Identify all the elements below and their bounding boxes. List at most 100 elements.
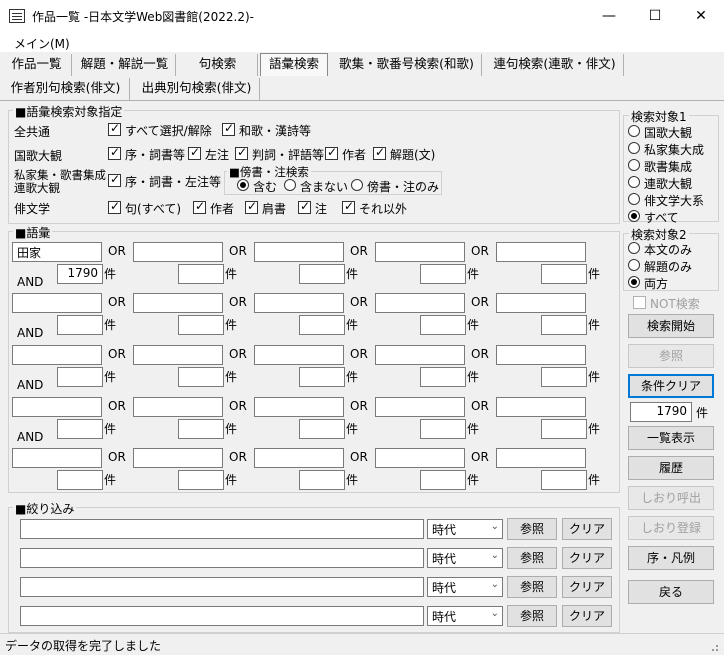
count-field[interactable]: 1790 <box>57 264 103 284</box>
preface-button[interactable]: 序・凡例 <box>628 546 714 570</box>
term-input[interactable] <box>496 397 586 417</box>
radio-exclude[interactable] <box>284 179 296 191</box>
target1-radio[interactable] <box>628 210 640 222</box>
checkbox-kokka-judgement[interactable] <box>235 145 248 160</box>
term-input[interactable] <box>496 345 586 365</box>
term-input[interactable] <box>254 397 344 417</box>
count-field[interactable] <box>420 419 466 439</box>
tab-anthology-search[interactable]: 歌集・歌番号検索(和歌) <box>332 54 482 76</box>
filter-reference-button[interactable]: 参照 <box>507 518 557 540</box>
filter-reference-button[interactable]: 参照 <box>507 576 557 598</box>
target1-radio[interactable] <box>628 159 640 171</box>
term-input[interactable] <box>133 242 223 262</box>
term-input[interactable] <box>254 345 344 365</box>
era-select[interactable]: 時代 ⌄ <box>427 519 503 539</box>
filter-input[interactable] <box>20 577 424 597</box>
checkbox-select-all[interactable] <box>108 121 121 136</box>
term-input[interactable] <box>375 397 465 417</box>
term-input[interactable] <box>133 397 223 417</box>
checkbox-kokka-leftnote[interactable] <box>188 145 201 160</box>
term-input[interactable] <box>496 242 586 262</box>
target2-radio[interactable] <box>628 242 640 254</box>
term-input[interactable] <box>12 397 102 417</box>
filter-clear-button[interactable]: クリア <box>562 547 612 569</box>
minimize-button[interactable]: — <box>586 0 632 32</box>
term-input[interactable] <box>375 448 465 468</box>
count-field[interactable] <box>420 315 466 335</box>
checkbox-kokka-author[interactable] <box>325 145 338 160</box>
tab-renku-search[interactable]: 連句検索(連歌・俳文) <box>486 54 624 76</box>
radio-include[interactable] <box>237 179 249 191</box>
count-field[interactable] <box>178 470 224 490</box>
close-button[interactable]: ✕ <box>678 0 724 32</box>
filter-input[interactable] <box>20 519 424 539</box>
bookmark-save-button[interactable]: しおり登録 <box>628 516 714 540</box>
tab-source-search[interactable]: 出典別句検索(俳文) <box>134 78 260 100</box>
count-field[interactable] <box>299 264 345 284</box>
count-field[interactable] <box>541 419 587 439</box>
target1-radio[interactable] <box>628 193 640 205</box>
target2-radio[interactable] <box>628 276 640 288</box>
term-input[interactable] <box>375 242 465 262</box>
list-display-button[interactable]: 一覧表示 <box>628 426 714 450</box>
count-field[interactable] <box>541 315 587 335</box>
reference-button[interactable]: 参照 <box>628 344 714 368</box>
target1-radio[interactable] <box>628 142 640 154</box>
count-field[interactable] <box>420 367 466 387</box>
tab-vocab-search[interactable]: 語彙検索 <box>260 53 328 76</box>
term-input[interactable] <box>133 448 223 468</box>
checkbox-waka-kanshi[interactable] <box>222 121 235 136</box>
checkbox-haiku-all[interactable] <box>108 199 121 214</box>
checkbox-haiku-author[interactable] <box>193 199 206 214</box>
filter-input[interactable] <box>20 606 424 626</box>
target2-radio[interactable] <box>628 259 640 271</box>
count-field[interactable] <box>178 367 224 387</box>
checkbox-haiku-note[interactable] <box>298 199 311 214</box>
count-field[interactable] <box>57 315 103 335</box>
filter-reference-button[interactable]: 参照 <box>507 547 557 569</box>
radio-only[interactable] <box>351 179 363 191</box>
back-button[interactable]: 戻る <box>628 580 714 604</box>
term-input[interactable] <box>254 293 344 313</box>
not-search-checkbox[interactable] <box>633 296 646 309</box>
checkbox-private-preface[interactable] <box>108 172 121 187</box>
count-field[interactable] <box>541 264 587 284</box>
term-input[interactable] <box>375 293 465 313</box>
term-input[interactable] <box>375 345 465 365</box>
count-field[interactable] <box>178 264 224 284</box>
term-input[interactable] <box>496 293 586 313</box>
filter-reference-button[interactable]: 参照 <box>507 605 557 627</box>
era-select[interactable]: 時代 ⌄ <box>427 548 503 568</box>
filter-clear-button[interactable]: クリア <box>562 518 612 540</box>
checkbox-haiku-title[interactable] <box>245 199 258 214</box>
count-field[interactable] <box>178 419 224 439</box>
count-field[interactable] <box>299 315 345 335</box>
search-start-button[interactable]: 検索開始 <box>628 314 714 338</box>
count-field[interactable] <box>299 419 345 439</box>
condition-clear-button[interactable]: 条件クリア <box>628 374 714 398</box>
checkbox-haiku-other[interactable] <box>342 199 355 214</box>
tab-phrase-search[interactable]: 句検索 <box>178 54 258 76</box>
count-field[interactable] <box>541 367 587 387</box>
filter-input[interactable] <box>20 548 424 568</box>
era-select[interactable]: 時代 ⌄ <box>427 606 503 626</box>
count-field[interactable] <box>57 419 103 439</box>
count-field[interactable] <box>57 367 103 387</box>
history-button[interactable]: 履歴 <box>628 456 714 480</box>
total-count-field[interactable]: 1790 <box>630 402 692 422</box>
resize-grip[interactable] <box>716 645 718 647</box>
count-field[interactable] <box>57 470 103 490</box>
term-input[interactable] <box>12 293 102 313</box>
term-input[interactable] <box>133 345 223 365</box>
term-input[interactable] <box>254 448 344 468</box>
count-field[interactable] <box>299 470 345 490</box>
count-field[interactable] <box>541 470 587 490</box>
term-input[interactable] <box>254 242 344 262</box>
target1-radio[interactable] <box>628 125 640 137</box>
filter-clear-button[interactable]: クリア <box>562 605 612 627</box>
count-field[interactable] <box>420 264 466 284</box>
count-field[interactable] <box>420 470 466 490</box>
filter-clear-button[interactable]: クリア <box>562 576 612 598</box>
tab-commentary-list[interactable]: 解題・解説一覧 <box>74 54 176 76</box>
count-field[interactable] <box>178 315 224 335</box>
